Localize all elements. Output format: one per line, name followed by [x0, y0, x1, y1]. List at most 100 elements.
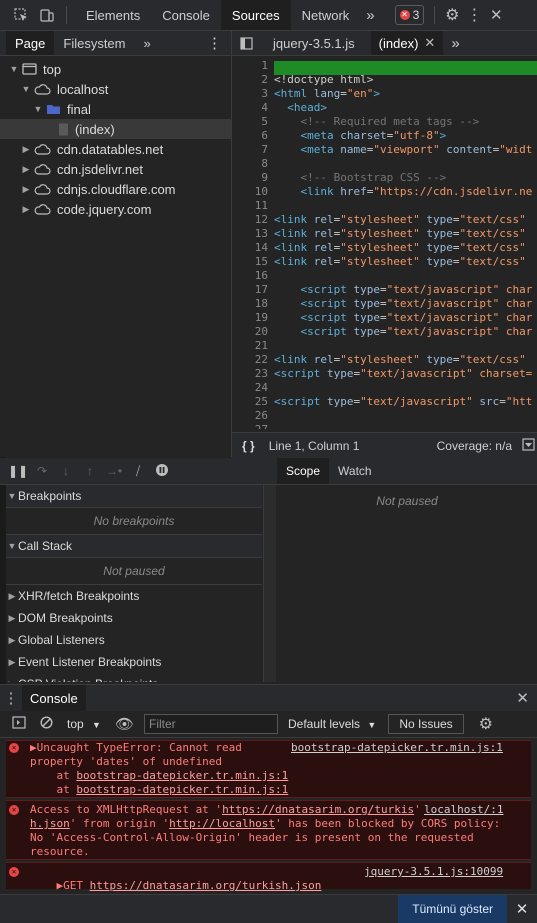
console-settings-gear-icon[interactable]: ⚙ [479, 714, 493, 734]
tab-console-drawer[interactable]: Console [22, 685, 86, 711]
breakpoints-section[interactable]: ▼ Breakpoints [6, 485, 262, 508]
tab-index-file[interactable]: (index) ✕ [370, 31, 444, 55]
error-count-badge[interactable]: ✕ 3 [394, 5, 425, 25]
caret-right-icon[interactable]: ▶ [20, 164, 32, 175]
line-number[interactable]: 8 [232, 157, 274, 171]
close-icon[interactable]: ✕ [485, 0, 507, 30]
code-line[interactable]: 25 <script type="text/javascript" src="ht… [232, 395, 537, 409]
close-drawer-icon[interactable]: ✕ [516, 689, 529, 707]
clear-console-icon[interactable] [40, 716, 53, 732]
line-number[interactable]: 5 [232, 115, 274, 129]
line-number[interactable]: 15 [232, 255, 274, 269]
toggle-debugger-icon[interactable] [522, 437, 535, 454]
close-tab-icon[interactable]: ✕ [424, 35, 435, 51]
code-line[interactable]: 10 <link href="https://cdn.jsdelivr.ne [232, 185, 537, 199]
tab-filesystem[interactable]: Filesystem [54, 31, 134, 55]
show-all-button[interactable]: Tümünü göster [398, 895, 507, 923]
console-error-message[interactable]: ✕ ▶Uncaught TypeError: Cannot read prope… [6, 740, 531, 798]
pause-icon[interactable]: ❚❚ [6, 464, 30, 478]
tree-item[interactable]: ▶ cdn.datatables.net [0, 139, 231, 159]
dismiss-icon[interactable]: ✕ [507, 900, 537, 918]
origin-link[interactable]: http://localhost [169, 817, 275, 830]
more-tabs-icon[interactable]: » [360, 0, 380, 30]
line-number[interactable]: 14 [232, 241, 274, 255]
tab-jquery-file[interactable]: jquery-3.5.1.js [261, 31, 363, 55]
code-line[interactable]: 5 <!-- Required meta tags --> [232, 115, 537, 129]
line-number[interactable]: 22 [232, 353, 274, 367]
code-line[interactable]: 16 [232, 269, 537, 283]
tree-item[interactable]: ▶ code.jquery.com [0, 199, 231, 219]
error-source-link[interactable]: bootstrap-datepicker.tr.min.js:1 [291, 741, 503, 755]
request-url-link-cont[interactable]: h.json [30, 817, 70, 830]
code-line[interactable]: 13 <link rel="stylesheet" type="text/css" [232, 227, 537, 241]
debugger-section-collapsed[interactable]: ▶ Event Listener Breakpoints [6, 651, 262, 673]
debugger-section-collapsed[interactable]: ▶ DOM Breakpoints [6, 607, 262, 629]
line-number[interactable]: 24 [232, 381, 274, 395]
code-line[interactable]: 18 <script type="text/javascript" char [232, 297, 537, 311]
line-number[interactable]: 16 [232, 269, 274, 283]
line-number[interactable]: 10 [232, 185, 274, 199]
step-icon[interactable]: →• [102, 464, 126, 478]
code-line[interactable]: 11 [232, 199, 537, 213]
line-number[interactable]: 11 [232, 199, 274, 213]
line-number[interactable]: 21 [232, 339, 274, 353]
code-line[interactable]: 20 <script type="text/javascript" char [232, 325, 537, 339]
code-line[interactable]: 6 <meta charset="utf-8"> [232, 129, 537, 143]
code-line[interactable]: 14 <link rel="stylesheet" type="text/css" [232, 241, 537, 255]
gear-icon[interactable]: ⚙ [441, 0, 463, 30]
get-prefix[interactable]: ▶GET [57, 879, 90, 892]
debugger-section-collapsed[interactable]: ▶CSP Violation Breakpoints [6, 673, 262, 682]
error-source-link[interactable]: localhost/:1 [424, 803, 503, 817]
code-line[interactable]: 17 <script type="text/javascript" char [232, 283, 537, 297]
filter-input[interactable]: Filter [144, 714, 278, 734]
line-number[interactable]: 13 [232, 227, 274, 241]
line-number[interactable]: 2 [232, 73, 274, 87]
code-line[interactable]: 7 <meta name="viewport" content="widt [232, 143, 537, 157]
tab-scope[interactable]: Scope [277, 458, 330, 484]
code-line[interactable]: 22 <link rel="stylesheet" type="text/css" [232, 353, 537, 367]
code-line[interactable]: 4 <head> [232, 101, 537, 115]
line-number[interactable]: 20 [232, 325, 274, 339]
code-line[interactable]: 24 [232, 381, 537, 395]
drawer-menu-icon[interactable]: ⋮ [0, 689, 22, 707]
line-number[interactable]: 1 [232, 59, 274, 73]
line-number[interactable]: 17 [232, 283, 274, 297]
line-number[interactable]: 12 [232, 213, 274, 227]
line-number[interactable]: 26 [232, 409, 274, 423]
tree-item[interactable]: ▶ cdn.jsdelivr.net [0, 159, 231, 179]
pause-on-exceptions-icon[interactable] [150, 463, 174, 480]
line-number[interactable]: 23 [232, 367, 274, 381]
console-error-message[interactable]: ✕ Access to XMLHttpRequest at 'https://d… [6, 800, 531, 860]
code-line[interactable]: 2 <!doctype html> [232, 73, 537, 87]
tree-item[interactable]: ▶ cdnjs.cloudflare.com [0, 179, 231, 199]
tree-item[interactable]: ▼ top [0, 59, 231, 79]
pretty-print-icon[interactable]: { } [242, 439, 255, 453]
code-area[interactable]: 1 2 <!doctype html> 3 <html lang="en"> 4 <hea… [232, 59, 537, 429]
caret-right-icon[interactable]: ▶ [20, 204, 32, 215]
issues-button[interactable]: No Issues [388, 714, 464, 734]
line-number[interactable]: 7 [232, 143, 274, 157]
request-url-link[interactable]: https://dnatasarim.org/turkis [222, 803, 414, 816]
debugger-scrollbar[interactable] [263, 485, 276, 682]
line-number[interactable]: 9 [232, 171, 274, 185]
code-line[interactable]: 26 [232, 409, 537, 423]
tab-watch[interactable]: Watch [329, 458, 381, 484]
line-number[interactable]: 25 [232, 395, 274, 409]
debugger-section-collapsed[interactable]: ▶ Global Listeners [6, 629, 262, 651]
call-stack-section[interactable]: ▼ Call Stack [6, 535, 262, 558]
code-line[interactable]: 1 [232, 59, 537, 73]
more-editor-tabs-icon[interactable]: » [443, 31, 467, 55]
tab-page[interactable]: Page [6, 31, 55, 55]
live-expression-icon[interactable]: 👁 [115, 715, 134, 733]
code-line[interactable]: 15 <link rel="stylesheet" type="text/css" [232, 255, 537, 269]
console-error-message[interactable]: ✕ ▶GET https://dnatasarim.org/turkish.js… [6, 862, 531, 892]
device-toolbar-icon[interactable] [36, 0, 58, 30]
caret-down-icon[interactable]: ▼ [8, 64, 20, 74]
context-selector[interactable]: top ▼ [67, 717, 101, 731]
line-number[interactable]: 4 [232, 101, 274, 115]
tab-console[interactable]: Console [151, 0, 221, 30]
deactivate-breakpoints-icon[interactable]: ⧸ [126, 464, 150, 479]
tab-network[interactable]: Network [291, 0, 361, 30]
line-number[interactable]: 18 [232, 297, 274, 311]
more-navigator-tabs-icon[interactable]: » [135, 31, 160, 55]
